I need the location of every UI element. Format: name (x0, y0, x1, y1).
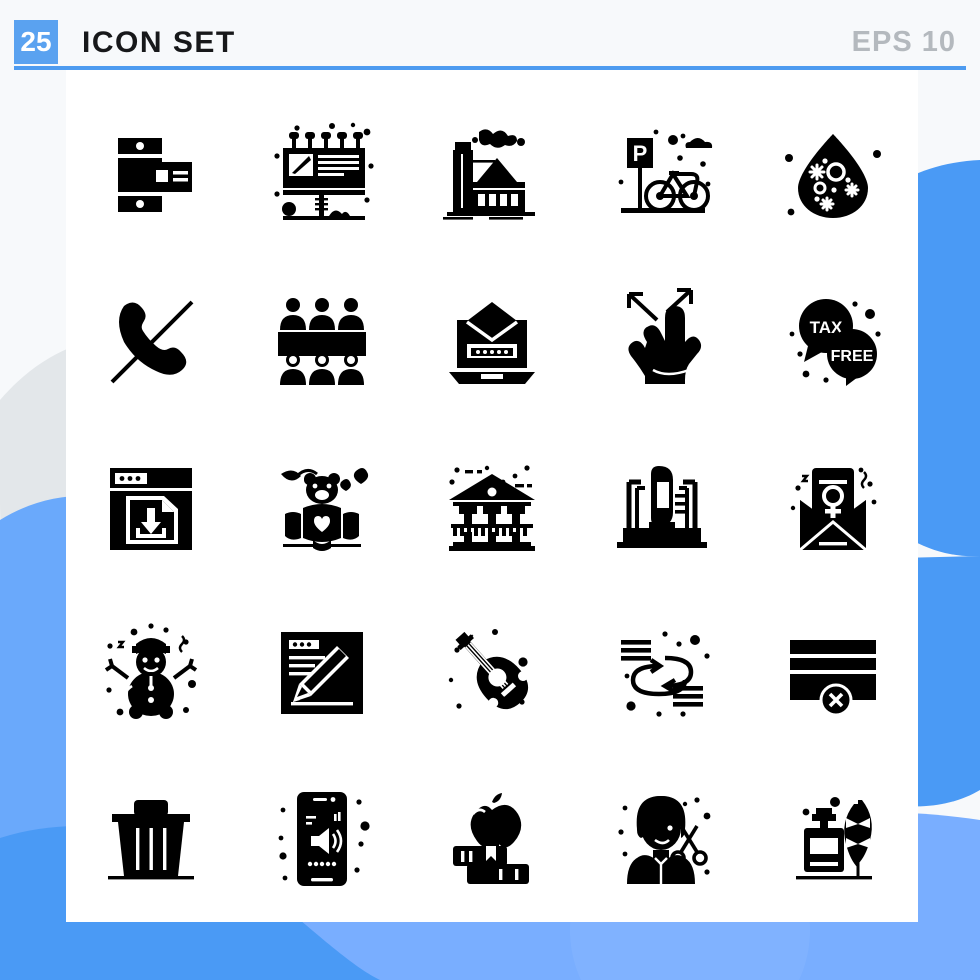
envelope-female-icon (790, 467, 877, 552)
icon-cell-billboard[interactable] (236, 92, 406, 258)
format-label: EPS 10 (851, 26, 956, 58)
snowman-icon (105, 623, 198, 719)
water-drop-snow-icon (784, 134, 881, 218)
icon-count-badge: 25 (14, 20, 58, 64)
laptop-phone-support-icon (617, 466, 708, 548)
icon-cell-factory[interactable] (407, 92, 577, 258)
icon-cell-bicycle-parking[interactable]: P (577, 92, 747, 258)
icon-cell-blog-edit[interactable] (236, 590, 406, 756)
icon-cell-tax-free[interactable]: TAX FREE (748, 258, 918, 424)
icon-cell-snowman[interactable] (66, 590, 236, 756)
mobile-speaker-icon (278, 792, 370, 886)
blog-edit-icon (280, 632, 363, 714)
factory-pollution-icon (442, 129, 535, 220)
bicycle-parking-icon: P (618, 129, 713, 213)
icon-cell-no-call[interactable] (66, 258, 236, 424)
icon-cell-female-mail[interactable] (748, 424, 918, 590)
bubble-label-free: FREE (830, 348, 873, 365)
data-transfer-icon (621, 631, 710, 717)
icon-cell-data-transfer[interactable] (577, 590, 747, 756)
courthouse-icon (448, 465, 535, 551)
mobile-vcard-icon (118, 138, 193, 212)
perfume-feather-icon (795, 797, 872, 880)
hairdresser-icon (618, 796, 711, 884)
icon-cell-perfume[interactable] (748, 756, 918, 922)
apple-books-icon (452, 793, 529, 884)
icon-cell-mobile-vcard[interactable] (66, 92, 236, 258)
icon-cell-water-drop[interactable] (748, 92, 918, 258)
icon-cell-pinch-zoom[interactable] (577, 258, 747, 424)
icon-cell-teddy-bear[interactable] (236, 424, 406, 590)
icon-cell-guitar[interactable] (407, 590, 577, 756)
icon-cell-mobile-speaker[interactable] (236, 756, 406, 922)
no-call-icon (110, 300, 194, 384)
meeting-table-icon (277, 298, 366, 385)
icon-grid: P TAX FREE (66, 92, 918, 922)
trash-bin-icon (108, 800, 195, 880)
browser-download-icon (110, 468, 193, 550)
svg-text:P: P (633, 141, 648, 166)
icon-cell-laptop-email[interactable] (407, 258, 577, 424)
icon-cell-hairdresser[interactable] (577, 756, 747, 922)
billboard-icon (273, 122, 374, 220)
tax-free-bubbles-icon: TAX FREE (789, 299, 881, 386)
card-declined-icon (789, 640, 876, 717)
icon-cell-card-declined[interactable] (748, 590, 918, 756)
guitar-icon (448, 629, 529, 710)
icon-cell-trash[interactable] (66, 756, 236, 922)
pinch-zoom-hand-icon (627, 286, 702, 384)
header: 25 ICON SET EPS 10 (0, 0, 980, 70)
page-title: ICON SET (82, 26, 236, 59)
teddy-bear-icon (280, 468, 368, 551)
icon-cell-meeting[interactable] (236, 258, 406, 424)
icon-cell-courthouse[interactable] (407, 424, 577, 590)
laptop-email-icon (448, 302, 535, 384)
icon-cell-education[interactable] (407, 756, 577, 922)
icon-cell-download[interactable] (66, 424, 236, 590)
icon-cell-support[interactable] (577, 424, 747, 590)
